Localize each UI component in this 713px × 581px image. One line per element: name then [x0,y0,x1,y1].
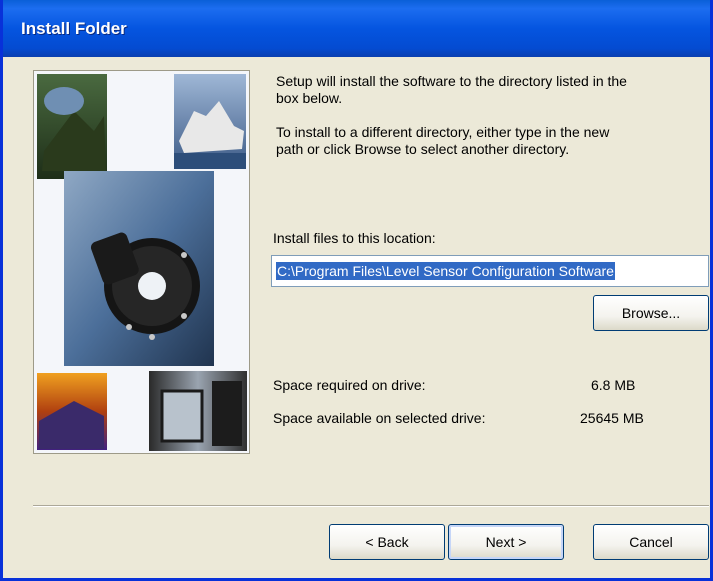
intro-line-1: Setup will install the software to the d… [276,73,627,89]
back-button[interactable]: < Back [329,524,445,560]
install-path-input[interactable]: C:\Program Files\Level Sensor Configurat… [271,255,709,287]
separator-line [33,505,709,507]
window-title: Install Folder [21,19,127,38]
intro-line-2: box below. [276,90,343,106]
cancel-button[interactable]: Cancel [593,524,709,560]
space-required-value: 6.8 MB [591,377,636,393]
intro-line-4: path or click Browse to select another d… [276,141,570,157]
collage-graphic [34,71,249,453]
intro-line-3: To install to a different directory, eit… [276,124,610,140]
space-required-label: Space required on drive: [273,377,426,393]
browse-button[interactable]: Browse... [593,295,709,331]
install-folder-dialog: Install Folder Setup will install the so… [0,0,713,581]
product-collage-image [33,70,250,454]
space-available-label: Space available on selected drive: [273,410,486,426]
location-label: Install files to this location: [273,230,436,246]
next-button[interactable]: Next > [448,524,564,560]
space-available-value: 25645 MB [580,410,644,426]
install-path-value: C:\Program Files\Level Sensor Configurat… [276,262,615,280]
title-bar: Install Folder [3,0,710,57]
